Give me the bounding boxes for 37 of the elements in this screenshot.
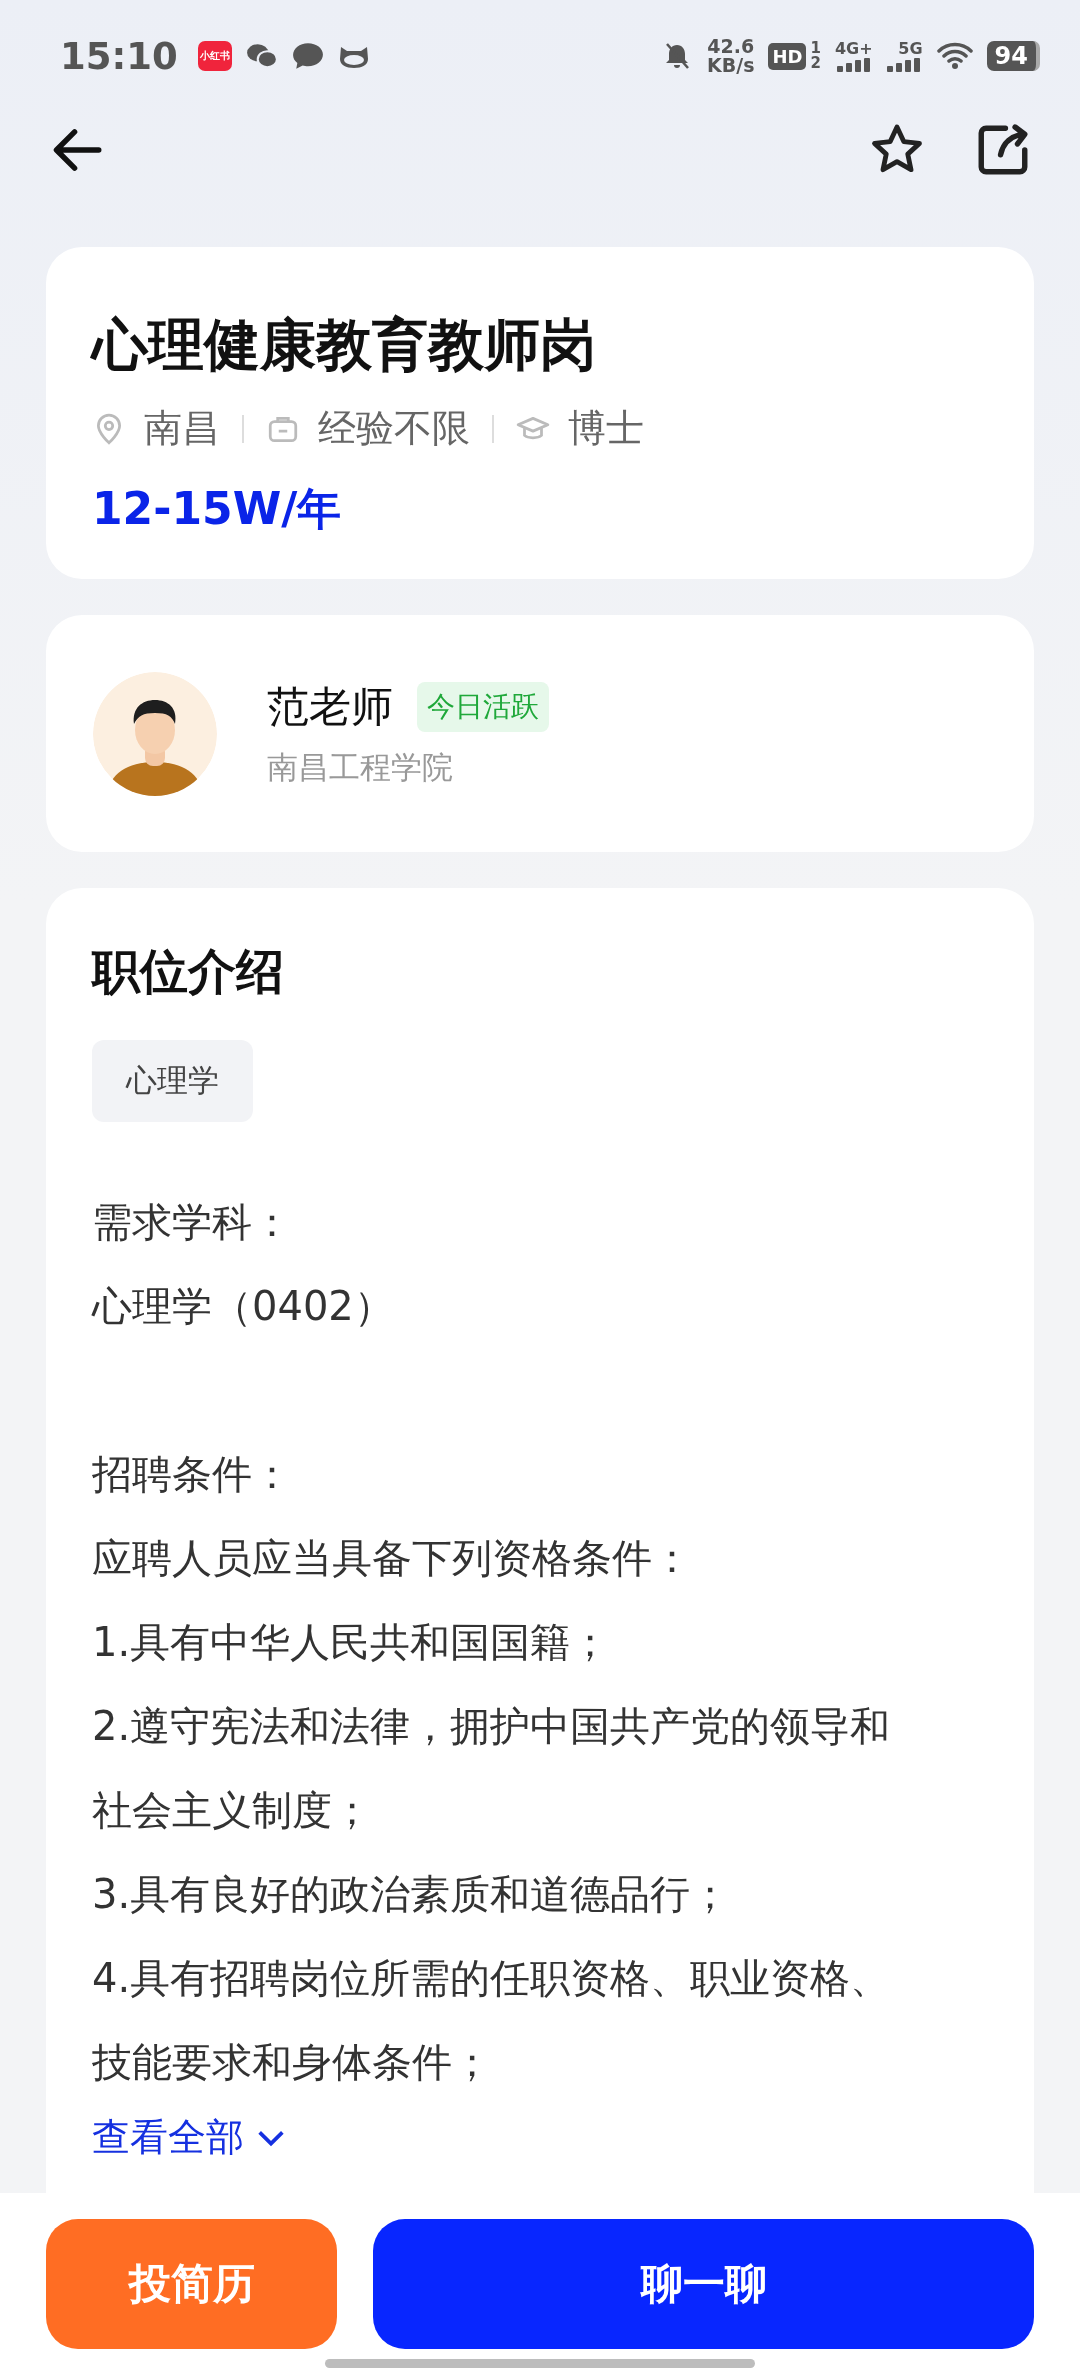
sim-label: 1: [810, 41, 821, 56]
job-title: 心理健康教育教师岗: [92, 311, 597, 379]
description-text: 心理学（0402）: [92, 1282, 395, 1331]
chat-bubbles-icon: [245, 42, 278, 70]
job-meta: 经验不限: [318, 405, 470, 452]
description-text: 需求学科：: [92, 1198, 293, 1247]
network-speed-unit: KB/s: [707, 56, 755, 75]
recruiter-name: 范老师: [267, 680, 393, 733]
subject-tag: 心理学: [92, 1040, 253, 1122]
status-time: 15:10: [60, 34, 178, 78]
description-text: 招聘条件：: [92, 1450, 293, 1499]
recruiter-organization: 南昌工程学院: [267, 747, 453, 787]
hd-voice-icon: HD: [768, 42, 807, 70]
avatar-icon: [93, 671, 217, 796]
description-text: 应聘人员应当具备下列资格条件：: [92, 1534, 693, 1583]
battery-icon: 94: [986, 41, 1040, 71]
network-type: 5G: [898, 40, 923, 58]
view-all-link[interactable]: 查看全部: [92, 2112, 288, 2163]
description-text: 3.具有良好的政治素质和道德品行；: [92, 1870, 732, 1919]
salary: 12-15W/年: [92, 482, 343, 536]
sim-label: 2: [810, 56, 821, 71]
recruiter-card[interactable]: 范老师 今日活跃 南昌工程学院: [46, 615, 1034, 852]
section-heading: 职位介绍: [92, 942, 285, 1001]
message-icon: [291, 42, 324, 70]
app-notification-icon: 小红书: [197, 41, 232, 71]
active-badge: 今日活跃: [417, 681, 549, 732]
signal-icon: [836, 58, 873, 72]
job-meta: 南昌: [144, 405, 220, 452]
description-text: 2.遵守宪法和法律，拥护中国共产党的领导和社会主义制度；: [92, 1702, 892, 1835]
description-text: 4.具有招聘岗位所需的任职资格、职业资格、技能要求和身体条件；: [92, 1954, 892, 2087]
wifi-icon: [936, 42, 973, 70]
network-type: 4G+: [834, 40, 873, 58]
network-speed: 42.6: [707, 37, 755, 56]
description-text: 1.具有中华人民共和国国籍；: [92, 1618, 612, 1667]
chat-button[interactable]: 聊一聊: [373, 2219, 1034, 2349]
signal-icon: [886, 58, 923, 72]
job-meta: 博士: [568, 405, 644, 452]
